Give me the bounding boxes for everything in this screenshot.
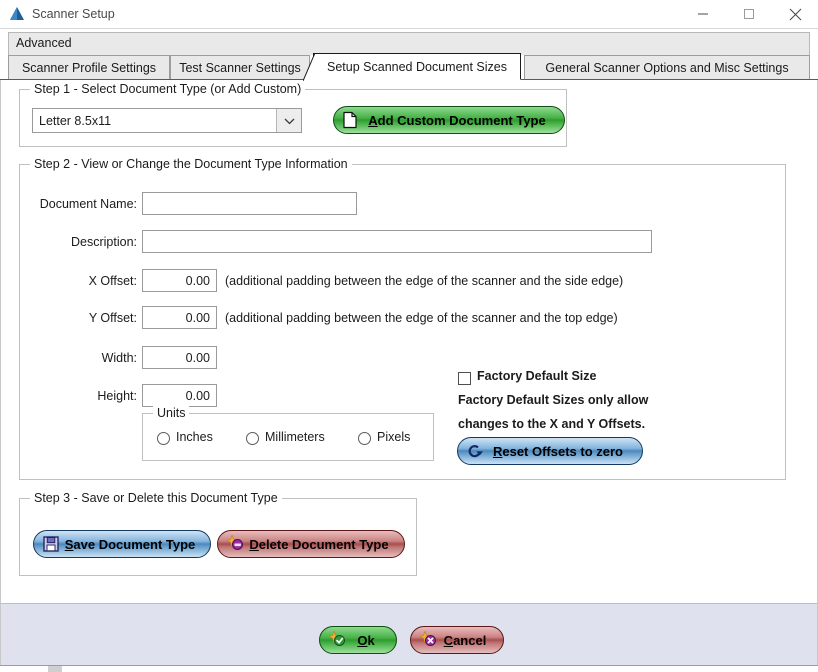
scanner-setup-window: Scanner Setup Advanced Scanner Profile S… (0, 0, 818, 672)
tab-slant-left (303, 53, 315, 81)
label-rest: ave Document Type (73, 536, 196, 552)
units-group: Units Inches Millimeters Pixels (142, 406, 434, 461)
step1-legend: Step 1 - Select Document Type (or Add Cu… (30, 82, 306, 96)
x-offset-label: X Offset: (88, 274, 137, 288)
save-document-type-label: Save Document Type (49, 537, 196, 552)
label-rest: dd Custom Document Type (377, 112, 546, 128)
x-offset-hint: (additional padding between the edge of … (225, 274, 624, 288)
step3-legend: Step 3 - Save or Delete this Document Ty… (30, 491, 282, 505)
radio-millimeters-label: Millimeters (265, 430, 325, 444)
chevron-down-icon[interactable] (276, 109, 301, 132)
advanced-bar: Advanced (8, 32, 810, 55)
add-custom-document-type-button[interactable]: Add Custom Document Type (333, 106, 565, 134)
factory-default-size-label: Factory Default Size (477, 369, 597, 383)
description-label: Description: (71, 235, 137, 249)
status-grip (48, 666, 62, 672)
document-icon (343, 111, 357, 129)
label-rest: eset Offsets to zero (502, 443, 624, 459)
x-offset-input[interactable] (142, 269, 217, 292)
height-label: Height: (97, 389, 137, 403)
maximize-icon[interactable] (726, 0, 772, 28)
cross-star-icon (420, 631, 439, 649)
app-triangle-icon (8, 5, 26, 23)
accel-key: O (357, 632, 368, 648)
delete-document-type-label: Delete Document Type (233, 537, 388, 552)
accel-key: C (443, 632, 454, 648)
document-type-select[interactable]: Letter 8.5x11 (32, 108, 302, 133)
tab-label: General Scanner Options and Misc Setting… (545, 60, 789, 75)
cancel-button[interactable]: Cancel (410, 626, 504, 654)
refresh-arrow-icon (467, 443, 483, 459)
tab-setup-scanned-document-sizes[interactable]: Setup Scanned Document Sizes (303, 53, 521, 81)
radio-inches-label: Inches (176, 430, 213, 444)
width-input[interactable] (142, 346, 217, 369)
footer-bar: Ok Cancel (0, 603, 818, 665)
accel-key: R (492, 443, 503, 459)
tab-general-scanner-options[interactable]: General Scanner Options and Misc Setting… (524, 55, 810, 80)
label-rest: ancel (453, 632, 487, 648)
ok-button[interactable]: Ok (319, 626, 397, 654)
advanced-label: Advanced (16, 36, 72, 50)
delete-star-icon (227, 535, 246, 553)
close-icon[interactable] (772, 0, 818, 28)
check-star-icon (329, 631, 348, 649)
minimize-icon[interactable] (680, 0, 726, 28)
factory-default-size-checkbox[interactable] (458, 372, 471, 385)
window-title: Scanner Setup (32, 7, 115, 21)
status-bar (0, 665, 818, 672)
document-name-input[interactable] (142, 192, 357, 215)
height-input[interactable] (142, 384, 217, 407)
accel-key: A (368, 112, 378, 128)
tab-row: Scanner Profile Settings Test Scanner Se… (0, 53, 818, 81)
step1-group: Step 1 - Select Document Type (or Add Cu… (19, 82, 567, 147)
width-label: Width: (101, 351, 137, 365)
floppy-disk-icon (43, 536, 59, 552)
save-document-type-button[interactable]: Save Document Type (33, 530, 211, 558)
description-input[interactable] (142, 230, 652, 253)
step3-group: Step 3 - Save or Delete this Document Ty… (19, 491, 417, 576)
reset-offsets-label: Reset Offsets to zero (477, 444, 623, 459)
accel-key: D (249, 536, 259, 552)
factory-note-line-1: Factory Default Sizes only allow (458, 393, 649, 407)
tab-label: Scanner Profile Settings (21, 60, 157, 75)
document-type-value: Letter 8.5x11 (39, 113, 112, 128)
step2-group: Step 2 - View or Change the Document Typ… (19, 157, 786, 480)
delete-document-type-button[interactable]: Delete Document Type (217, 530, 405, 558)
label-rest: elete Document Type (258, 536, 389, 552)
tab-label: Setup Scanned Document Sizes (327, 59, 507, 74)
radio-inches[interactable] (157, 432, 170, 445)
add-custom-document-type-label: Add Custom Document Type (352, 113, 545, 128)
document-name-label: Document Name: (39, 197, 137, 211)
title-bar: Scanner Setup (0, 0, 818, 29)
tab-test-scanner-settings[interactable]: Test Scanner Settings (170, 55, 310, 80)
radio-pixels-label: Pixels (377, 430, 411, 444)
y-offset-input[interactable] (142, 306, 217, 329)
radio-millimeters[interactable] (246, 432, 259, 445)
y-offset-hint: (additional padding between the edge of … (225, 311, 618, 325)
tab-strip: Advanced Scanner Profile Settings Test S… (0, 28, 818, 81)
reset-offsets-button[interactable]: Reset Offsets to zero (457, 437, 643, 465)
factory-note-line-2: changes to the X and Y Offsets. (458, 417, 646, 431)
units-legend: Units (153, 406, 190, 420)
tab-label: Test Scanner Settings (179, 60, 301, 75)
step2-legend: Step 2 - View or Change the Document Typ… (30, 157, 352, 171)
tab-scanner-profile-settings[interactable]: Scanner Profile Settings (8, 55, 170, 80)
y-offset-label: Y Offset: (88, 311, 137, 325)
label-rest: k (367, 632, 375, 648)
tab-content-panel: Step 1 - Select Document Type (or Add Cu… (0, 80, 818, 603)
radio-pixels[interactable] (358, 432, 371, 445)
